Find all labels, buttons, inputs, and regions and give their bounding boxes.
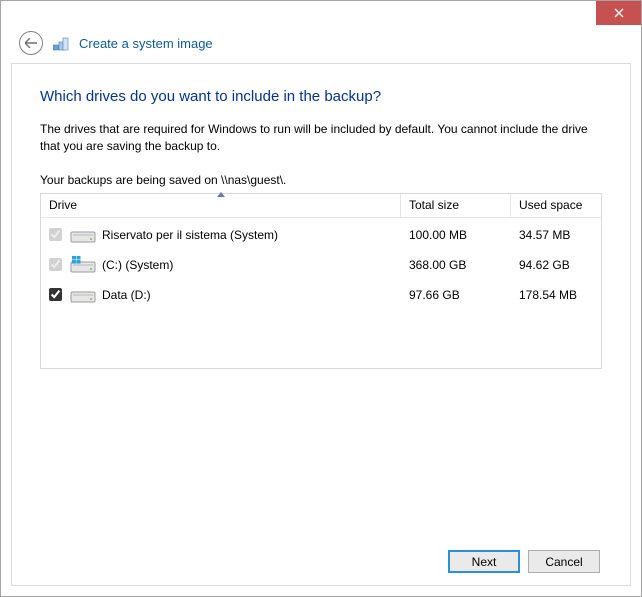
arrow-left-icon [25,38,37,48]
system-image-icon [53,35,69,51]
drive-label: Data (D:) [102,288,151,302]
main-panel: Which drives do you want to include in t… [11,63,631,586]
drive-used-space: 34.57 MB [519,228,593,242]
drive-checkbox[interactable] [49,288,62,301]
header-title: Create a system image [79,36,213,51]
drive-checkbox [49,228,62,241]
back-button[interactable] [19,31,43,55]
hard-drive-icon [70,286,96,304]
sort-ascending-icon [217,192,225,197]
wizard-footer: Next Cancel [40,540,602,575]
drive-table: Drive Total size Used space Riservato pe… [40,193,602,369]
table-row[interactable]: Data (D:) 97.66 GB 178.54 MB [41,280,601,310]
table-body: Riservato per il sistema (System) 100.00… [41,218,601,368]
close-button[interactable] [596,1,641,25]
hard-drive-icon [70,256,96,274]
hard-drive-icon [70,226,96,244]
column-header-used-space[interactable]: Used space [511,194,601,217]
column-header-total-size[interactable]: Total size [401,194,511,217]
table-row[interactable]: Riservato per il sistema (System) 100.00… [41,220,601,250]
header: Create a system image [1,25,641,63]
table-row[interactable]: (C:) (System) 368.00 GB 94.62 GB [41,250,601,280]
page-heading: Which drives do you want to include in t… [40,88,602,105]
backup-destination-text: Your backups are being saved on \\nas\gu… [40,173,602,187]
next-button[interactable]: Next [448,550,520,573]
page-description: The drives that are required for Windows… [40,121,602,155]
table-header: Drive Total size Used space [41,194,601,218]
column-header-drive[interactable]: Drive [41,194,401,217]
drive-label: (C:) (System) [102,258,173,272]
drive-label: Riservato per il sistema (System) [102,228,278,242]
drive-checkbox [49,258,62,271]
drive-used-space: 94.62 GB [519,258,593,272]
close-icon [614,8,624,18]
drive-total-size: 100.00 MB [409,228,519,242]
titlebar [1,1,641,25]
drive-total-size: 97.66 GB [409,288,519,302]
cancel-button[interactable]: Cancel [528,550,600,573]
drive-used-space: 178.54 MB [519,288,593,302]
drive-total-size: 368.00 GB [409,258,519,272]
column-header-drive-label: Drive [49,198,77,212]
